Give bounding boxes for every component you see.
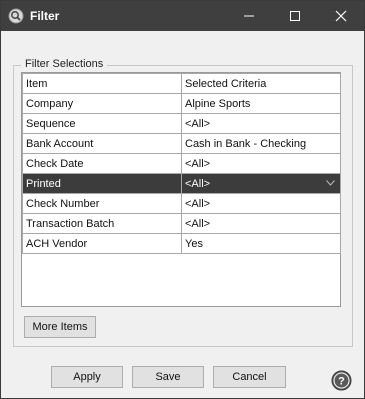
item-cell[interactable]: Check Date xyxy=(22,153,182,174)
minimize-icon xyxy=(244,15,254,17)
grid-header-row: Item Selected Criteria xyxy=(22,73,341,94)
table-row[interactable]: Check Number <All> xyxy=(22,193,341,214)
table-row[interactable]: Sequence <All> xyxy=(22,113,341,134)
close-button[interactable] xyxy=(318,1,364,31)
chevron-down-icon[interactable] xyxy=(326,180,335,186)
item-cell[interactable]: ACH Vendor xyxy=(22,233,182,254)
table-row[interactable]: Check Date <All> xyxy=(22,153,341,174)
criteria-dropdown[interactable]: <All> xyxy=(181,173,341,194)
maximize-icon xyxy=(290,11,300,21)
apply-button[interactable]: Apply xyxy=(51,366,123,388)
table-row-selected[interactable]: Printed <All> xyxy=(22,173,341,194)
column-header-criteria[interactable]: Selected Criteria xyxy=(181,73,341,94)
window-title: Filter xyxy=(30,9,60,23)
minimize-button[interactable] xyxy=(226,1,272,31)
group-legend: Filter Selections xyxy=(21,58,108,70)
cancel-button[interactable]: Cancel xyxy=(213,366,286,388)
item-cell[interactable]: Sequence xyxy=(22,113,182,134)
criteria-cell[interactable]: <All> xyxy=(181,113,341,134)
criteria-cell[interactable]: Alpine Sports xyxy=(181,93,341,114)
criteria-cell[interactable]: <All> xyxy=(181,193,341,214)
item-cell[interactable]: Company xyxy=(22,93,182,114)
criteria-cell[interactable]: <All> xyxy=(181,213,341,234)
save-button[interactable]: Save xyxy=(132,366,204,388)
criteria-cell[interactable]: Cash in Bank - Checking xyxy=(181,133,341,154)
svg-text:?: ? xyxy=(338,376,345,388)
item-cell[interactable]: Check Number xyxy=(22,193,182,214)
title-bar[interactable]: Filter xyxy=(1,1,364,31)
table-row[interactable]: ACH Vendor Yes xyxy=(22,233,341,254)
table-row[interactable]: Bank Account Cash in Bank - Checking xyxy=(22,133,341,154)
filter-grid[interactable]: Item Selected Criteria Company Alpine Sp… xyxy=(21,72,341,307)
help-icon: ? xyxy=(331,370,352,391)
table-row[interactable]: Company Alpine Sports xyxy=(22,93,341,114)
more-items-button[interactable]: More Items xyxy=(24,316,96,338)
maximize-button[interactable] xyxy=(272,1,318,31)
criteria-cell[interactable]: <All> xyxy=(181,153,341,174)
close-icon xyxy=(335,10,347,22)
magnifier-icon xyxy=(8,8,24,24)
criteria-cell[interactable]: Yes xyxy=(181,233,341,254)
column-header-item[interactable]: Item xyxy=(22,73,182,94)
help-button[interactable]: ? xyxy=(331,370,352,391)
item-cell[interactable]: Bank Account xyxy=(22,133,182,154)
criteria-value: <All> xyxy=(185,177,211,190)
item-cell[interactable]: Transaction Batch xyxy=(22,213,182,234)
item-cell[interactable]: Printed xyxy=(22,173,182,194)
filter-window: Filter Filter Selections Item Selected C… xyxy=(0,0,365,399)
table-row[interactable]: Transaction Batch <All> xyxy=(22,213,341,234)
